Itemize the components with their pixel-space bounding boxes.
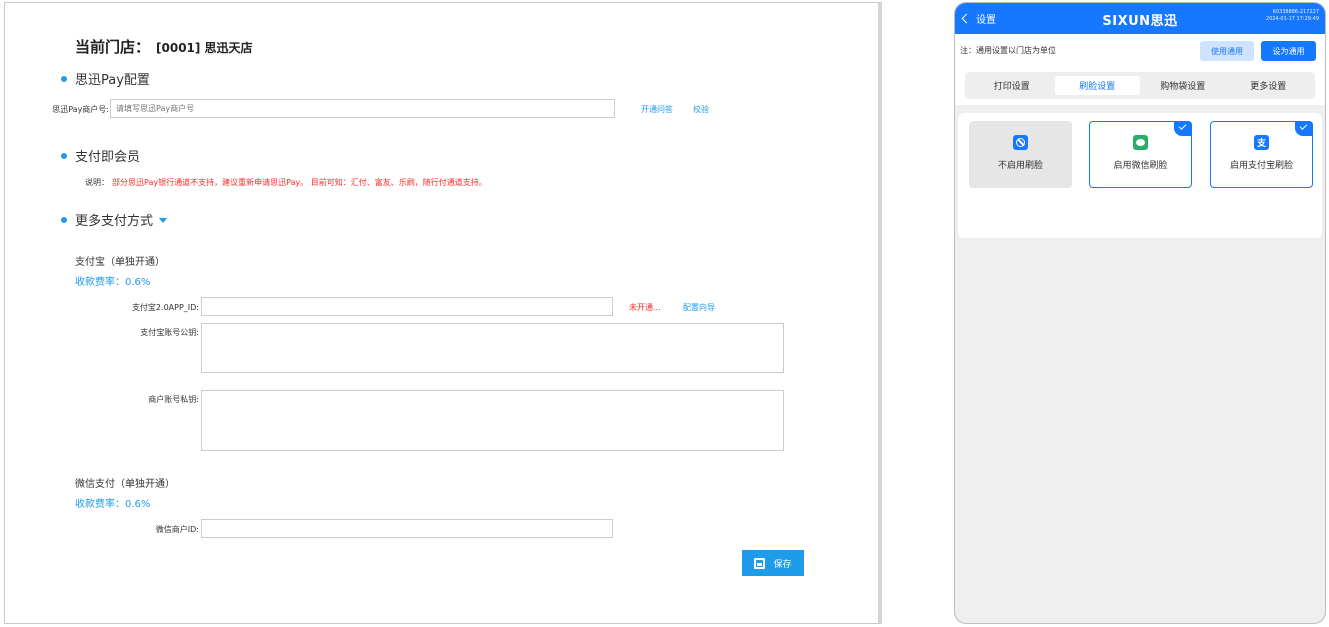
tab-print[interactable]: 打印设置 — [969, 76, 1055, 95]
bullet-dot — [61, 75, 67, 82]
card-label: 不启用刷脸 — [997, 161, 1043, 171]
store-value: [0001] 思迅天店 — [156, 41, 253, 55]
alipay-appid-label: 支付宝2.0APP_ID: — [131, 303, 199, 312]
card-label: 启用支付宝刷脸 — [1229, 161, 1293, 171]
check-icon — [1295, 121, 1313, 136]
save-button[interactable]: 保存 — [742, 550, 804, 576]
settings-tabs: 打印设置 刷脸设置 购物袋设置 更多设置 — [965, 72, 1315, 99]
tablet-header: 设置 SIXUN思迅 60338886-217227 2024-01-17 17… — [955, 3, 1325, 34]
tab-more[interactable]: 更多设置 — [1226, 76, 1312, 95]
alipay-pubkey-label: 支付宝账号公钥: — [140, 328, 199, 337]
tablet-settings-screen: 设置 SIXUN思迅 60338886-217227 2024-01-17 17… — [954, 2, 1326, 624]
more-payment-section-title[interactable]: 更多支付方式 — [61, 210, 168, 229]
open-faq-link[interactable]: 开通问答 — [641, 104, 673, 115]
check-icon — [1174, 121, 1192, 136]
caret-down-icon[interactable] — [159, 218, 168, 223]
device-id: 60338886-217227 — [1272, 9, 1319, 15]
merchant-id-input[interactable] — [110, 99, 615, 118]
wechat-rate: 收款费率：0.6% — [75, 499, 151, 510]
card-label: 启用微信刷脸 — [1113, 161, 1168, 171]
alipay-rate: 收款费率：0.6% — [75, 277, 151, 288]
current-store-title: 当前门店： [0001] 思迅天店 — [75, 36, 253, 57]
set-general-button[interactable]: 设为通用 — [1261, 41, 1316, 61]
merchant-privkey-label: 商户账号私钥: — [148, 395, 199, 404]
pay-config-title-text: 思迅Pay配置 — [75, 73, 150, 88]
wechat-merchant-input[interactable] — [201, 519, 613, 538]
device-meta: 60338886-217227 2024-01-17 17:29:49 — [1266, 9, 1319, 23]
more-payment-title-text: 更多支付方式 — [75, 214, 154, 229]
use-general-button[interactable]: 使用通用 — [1200, 41, 1254, 61]
wechat-icon — [1133, 135, 1148, 150]
wechat-title: 微信支付（单独开通） — [75, 479, 175, 490]
alipay-pubkey-textarea[interactable] — [201, 323, 784, 373]
note-text: 部分思迅Pay银行通道不支持，建议重新申请思迅Pay。 目前可知：汇付、富友、乐… — [112, 178, 487, 187]
note-label: 说明： — [85, 178, 109, 187]
payment-config-page: 当前门店：[0001] 思迅天店 思迅Pay配置 思迅Pay商户号: 开通问答 … — [4, 2, 882, 624]
save-icon — [754, 557, 766, 569]
tab-shopping-bag[interactable]: 购物袋设置 — [1140, 76, 1226, 95]
tabs-wrapper: 打印设置 刷脸设置 购物袋设置 更多设置 — [955, 69, 1325, 105]
disable-face-pay-card[interactable]: 不启用刷脸 — [969, 121, 1072, 188]
verify-link[interactable]: 校验 — [693, 104, 709, 115]
face-pay-options: 不启用刷脸 启用微信刷脸 支 启用支付宝刷脸 — [958, 113, 1322, 238]
wechat-merchant-label: 微信商户ID: — [155, 525, 199, 534]
alipay-appid-input[interactable] — [201, 297, 613, 316]
alipay-face-pay-card[interactable]: 支 启用支付宝刷脸 — [1210, 121, 1313, 188]
member-note: 说明： 部分思迅Pay银行通道不支持，建议重新申请思迅Pay。 目前可知：汇付、富… — [85, 177, 487, 188]
merchant-privkey-textarea[interactable] — [201, 390, 784, 451]
tablet-notice-bar: 注：通用设置以门店为单位 使用通用 设为通用 — [955, 34, 1325, 69]
alipay-icon: 支 — [1254, 135, 1269, 150]
wechat-face-pay-card[interactable]: 启用微信刷脸 — [1089, 121, 1192, 188]
disabled-icon — [1013, 135, 1028, 150]
merchant-id-label: 思迅Pay商户号: — [52, 105, 109, 114]
tab-face-pay[interactable]: 刷脸设置 — [1054, 76, 1140, 95]
screen: 当前门店：[0001] 思迅天店 思迅Pay配置 思迅Pay商户号: 开通问答 … — [0, 0, 1329, 627]
store-label: 当前门店： — [75, 38, 151, 56]
config-guide-link[interactable]: 配置向导 — [683, 302, 715, 313]
alipay-title: 支付宝（单独开通） — [75, 257, 165, 268]
store-unit-note: 注：通用设置以门店为单位 — [960, 46, 1056, 55]
bullet-dot — [61, 216, 67, 223]
bullet-dot — [61, 152, 67, 159]
member-section-title: 支付即会员 — [61, 146, 140, 165]
pay-config-section-title: 思迅Pay配置 — [61, 69, 150, 88]
save-button-label: 保存 — [773, 559, 792, 570]
device-datetime: 2024-01-17 17:29:49 — [1265, 16, 1319, 22]
member-title-text: 支付即会员 — [75, 150, 141, 165]
alipay-status: 未开通... — [629, 303, 661, 312]
